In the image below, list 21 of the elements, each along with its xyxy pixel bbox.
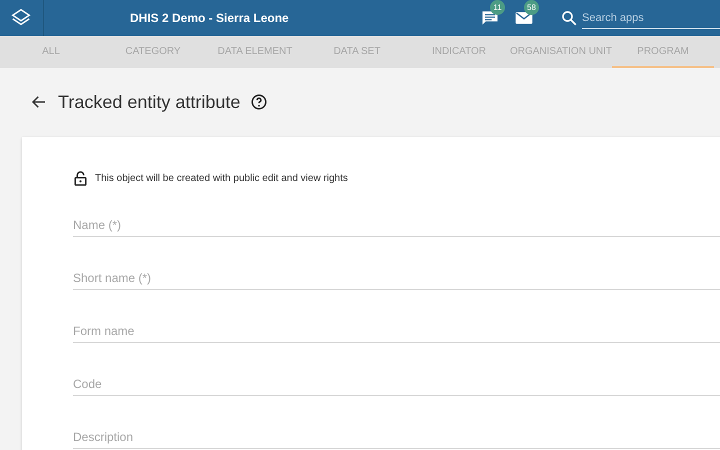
text-field[interactable]: Description — [73, 428, 720, 449]
section-tab[interactable]: PROGRAM — [612, 36, 714, 68]
section-tab[interactable]: INDICATOR — [408, 36, 510, 68]
help-icon[interactable] — [250, 93, 268, 111]
search-icon[interactable] — [560, 9, 578, 27]
section-tab[interactable]: DATA ELEMENT — [204, 36, 306, 68]
section-tab[interactable]: ALL — [0, 36, 102, 68]
unlocked-padlock-icon — [74, 171, 87, 186]
section-tab[interactable]: DATA SET — [306, 36, 408, 68]
text-field[interactable]: Short name (*) — [73, 269, 720, 290]
text-field[interactable]: Form name — [73, 322, 720, 343]
text-field[interactable]: Name (*) — [73, 216, 720, 237]
section-tab[interactable]: ORGANISATION UNIT — [510, 36, 612, 68]
page-title: Tracked entity attribute — [58, 92, 240, 112]
message-count-badge: 11 — [490, 0, 505, 15]
app-title: DHIS 2 Demo - Sierra Leone — [130, 11, 289, 25]
section-tab[interactable]: CATEGORY — [102, 36, 204, 68]
mail-count-badge: 58 — [524, 0, 539, 15]
text-field[interactable]: Code — [73, 375, 720, 396]
permission-notice: This object will be created with public edit and view rights — [95, 173, 348, 184]
search-field[interactable]: Search apps — [582, 8, 720, 28]
